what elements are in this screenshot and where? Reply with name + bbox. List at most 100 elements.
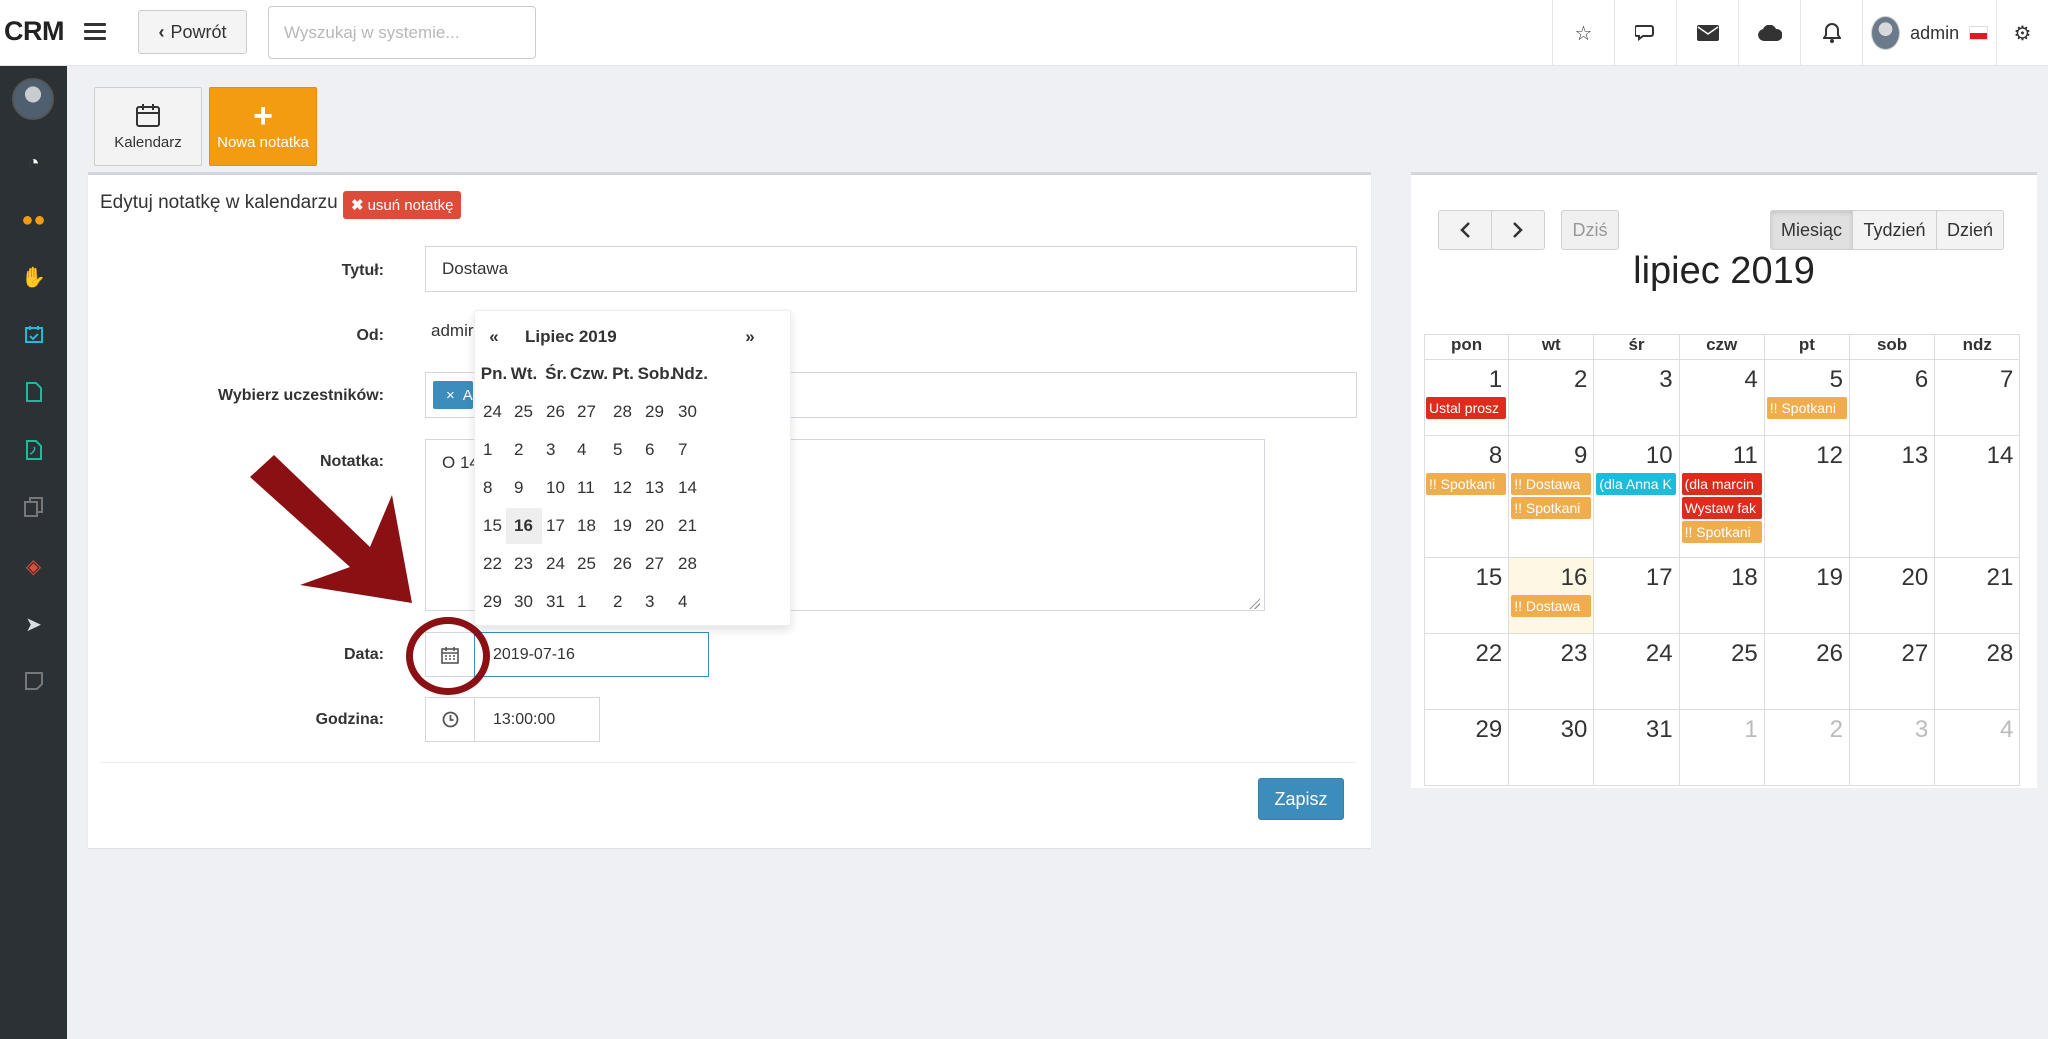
note-icon[interactable]	[0, 661, 67, 701]
calendar-next-button[interactable]	[1491, 210, 1545, 250]
document-icon[interactable]	[0, 372, 67, 412]
search-input[interactable]	[268, 6, 536, 59]
calendar-day-cell[interactable]: 25	[1679, 634, 1765, 710]
chat-icon[interactable]	[1614, 0, 1676, 66]
sidebar-avatar[interactable]	[12, 78, 54, 120]
calendar-day-cell[interactable]: 2	[1509, 360, 1595, 436]
datepicker-day[interactable]: 14	[670, 470, 710, 506]
calendar-day-cell[interactable]: 4	[1679, 360, 1765, 436]
calendar-day-cell[interactable]: 1	[1679, 710, 1765, 786]
calendar-day-cell[interactable]: 28	[1935, 634, 2021, 710]
datepicker-day[interactable]: 9	[506, 470, 542, 506]
calendar-day-cell[interactable]: 21	[1935, 558, 2021, 634]
datepicker-day[interactable]: 5	[605, 432, 641, 468]
calendar-day-cell[interactable]: 20	[1850, 558, 1936, 634]
textarea-resize-handle[interactable]	[1248, 597, 1260, 609]
clock-icon[interactable]	[425, 697, 475, 742]
calendar-event[interactable]: !! Spotkani	[1681, 521, 1762, 543]
calendar-day-cell[interactable]: 31	[1594, 710, 1680, 786]
datepicker-day[interactable]: 26	[605, 546, 641, 582]
calendar-check-icon[interactable]	[0, 314, 67, 354]
datepicker-day[interactable]: 28	[605, 394, 641, 430]
calendar-day-cell[interactable]: 17	[1594, 558, 1680, 634]
datepicker-day[interactable]: 4	[569, 432, 609, 468]
envelope-icon[interactable]	[1676, 0, 1738, 66]
calendar-day-cell[interactable]: 10	[1594, 436, 1680, 558]
paper-plane-icon[interactable]: ➤	[0, 604, 67, 644]
users-icon[interactable]: ●●	[0, 200, 67, 240]
datepicker-prev[interactable]: «	[475, 319, 513, 355]
calendar-event[interactable]: Wystaw fak	[1681, 497, 1762, 519]
datepicker-day[interactable]: 12	[605, 470, 641, 506]
calendar-day-cell[interactable]: 19	[1764, 558, 1850, 634]
calendar-day-cell[interactable]: 12	[1764, 436, 1850, 558]
handshake-icon[interactable]: ✋	[0, 257, 67, 297]
participant-tag[interactable]: × A	[433, 381, 473, 409]
datepicker-day[interactable]: 18	[569, 508, 609, 544]
save-button[interactable]: Zapisz	[1258, 778, 1344, 820]
calendar-event[interactable]: (dla Anna K	[1596, 473, 1677, 495]
ticket-icon[interactable]: ◈	[0, 546, 67, 586]
calendar-day-cell[interactable]: 29	[1424, 710, 1510, 786]
datepicker-day[interactable]: 1	[569, 584, 609, 620]
view-week-button[interactable]: Tydzień	[1852, 210, 1937, 250]
new-note-button[interactable]: + Nowa notatka	[209, 87, 317, 166]
datepicker-day[interactable]: 2	[506, 432, 542, 468]
calendar-event[interactable]: !! Spotkani	[1511, 497, 1592, 519]
calendar-day-cell[interactable]: 3	[1594, 360, 1680, 436]
datepicker-day[interactable]: 30	[670, 394, 710, 430]
calendar-day-cell[interactable]: 26	[1764, 634, 1850, 710]
calendar-prev-button[interactable]	[1438, 210, 1492, 250]
date-input[interactable]: 2019-07-16	[474, 632, 709, 677]
brand-logo[interactable]: CRM	[4, 16, 65, 47]
datepicker-day[interactable]: 30	[506, 584, 542, 620]
calendar-event[interactable]: !! Spotkani	[1426, 473, 1506, 495]
calendar-day-cell[interactable]: 30	[1509, 710, 1595, 786]
star-icon[interactable]: ☆	[1552, 0, 1614, 66]
calendar-day-cell[interactable]: 8	[1424, 436, 1510, 558]
view-month-button[interactable]: Miesiąc	[1770, 210, 1853, 250]
calendar-day-cell[interactable]: 3	[1850, 710, 1936, 786]
calendar-day-cell[interactable]: 6	[1850, 360, 1936, 436]
datepicker-day[interactable]: 4	[670, 584, 710, 620]
datepicker-day[interactable]: 2	[605, 584, 641, 620]
calendar-day-cell[interactable]: 4	[1935, 710, 2021, 786]
calendar-day-cell[interactable]: 15	[1424, 558, 1510, 634]
datepicker-day[interactable]: 11	[569, 470, 609, 506]
datepicker-month[interactable]: Lipiec 2019	[515, 319, 665, 355]
calendar-button[interactable]: Kalendarz	[94, 87, 202, 166]
datepicker-day[interactable]: 23	[506, 546, 542, 582]
datepicker-day[interactable]: 28	[670, 546, 710, 582]
dashboard-icon[interactable]: ◔	[0, 143, 67, 183]
title-input[interactable]: Dostawa	[425, 246, 1357, 292]
back-button[interactable]: ‹ Powrót	[138, 10, 247, 54]
calendar-day-cell[interactable]: 14	[1935, 436, 2021, 558]
datepicker-day[interactable]: 7	[670, 432, 710, 468]
time-input[interactable]: 13:00:00	[474, 697, 600, 742]
calendar-day-cell[interactable]: 18	[1679, 558, 1765, 634]
remove-tag-icon[interactable]: ×	[446, 387, 455, 404]
calendar-day-cell[interactable]: 7	[1935, 360, 2021, 436]
pdf-icon[interactable]	[0, 430, 67, 470]
calendar-event[interactable]: !! Dostawa	[1511, 473, 1592, 495]
datepicker-day[interactable]: 16	[506, 508, 542, 544]
calendar-day-cell[interactable]: 22	[1424, 634, 1510, 710]
datepicker-day[interactable]: 19	[605, 508, 641, 544]
cloud-icon[interactable]	[1738, 0, 1800, 66]
bell-icon[interactable]	[1800, 0, 1862, 66]
datepicker-next[interactable]: »	[731, 319, 769, 355]
menu-toggle-icon[interactable]	[84, 20, 106, 42]
datepicker-day[interactable]: 21	[670, 508, 710, 544]
user-menu[interactable]: admin	[1862, 0, 1996, 66]
view-day-button[interactable]: Dzień	[1936, 210, 2004, 250]
calendar-day-cell[interactable]: 27	[1850, 634, 1936, 710]
calendar-day-cell[interactable]: 23	[1509, 634, 1595, 710]
datepicker-day[interactable]: 25	[569, 546, 609, 582]
delete-note-button[interactable]: ✖ usuń notatkę	[343, 191, 462, 219]
settings-gears-icon[interactable]: ⚙	[1996, 0, 2048, 66]
calendar-event[interactable]: (dla marcin	[1681, 473, 1762, 495]
copy-icon[interactable]	[0, 487, 67, 527]
datepicker-day[interactable]: 25	[506, 394, 542, 430]
calendar-day-cell[interactable]: 2	[1764, 710, 1850, 786]
calendar-event[interactable]: !! Spotkani	[1766, 397, 1847, 419]
